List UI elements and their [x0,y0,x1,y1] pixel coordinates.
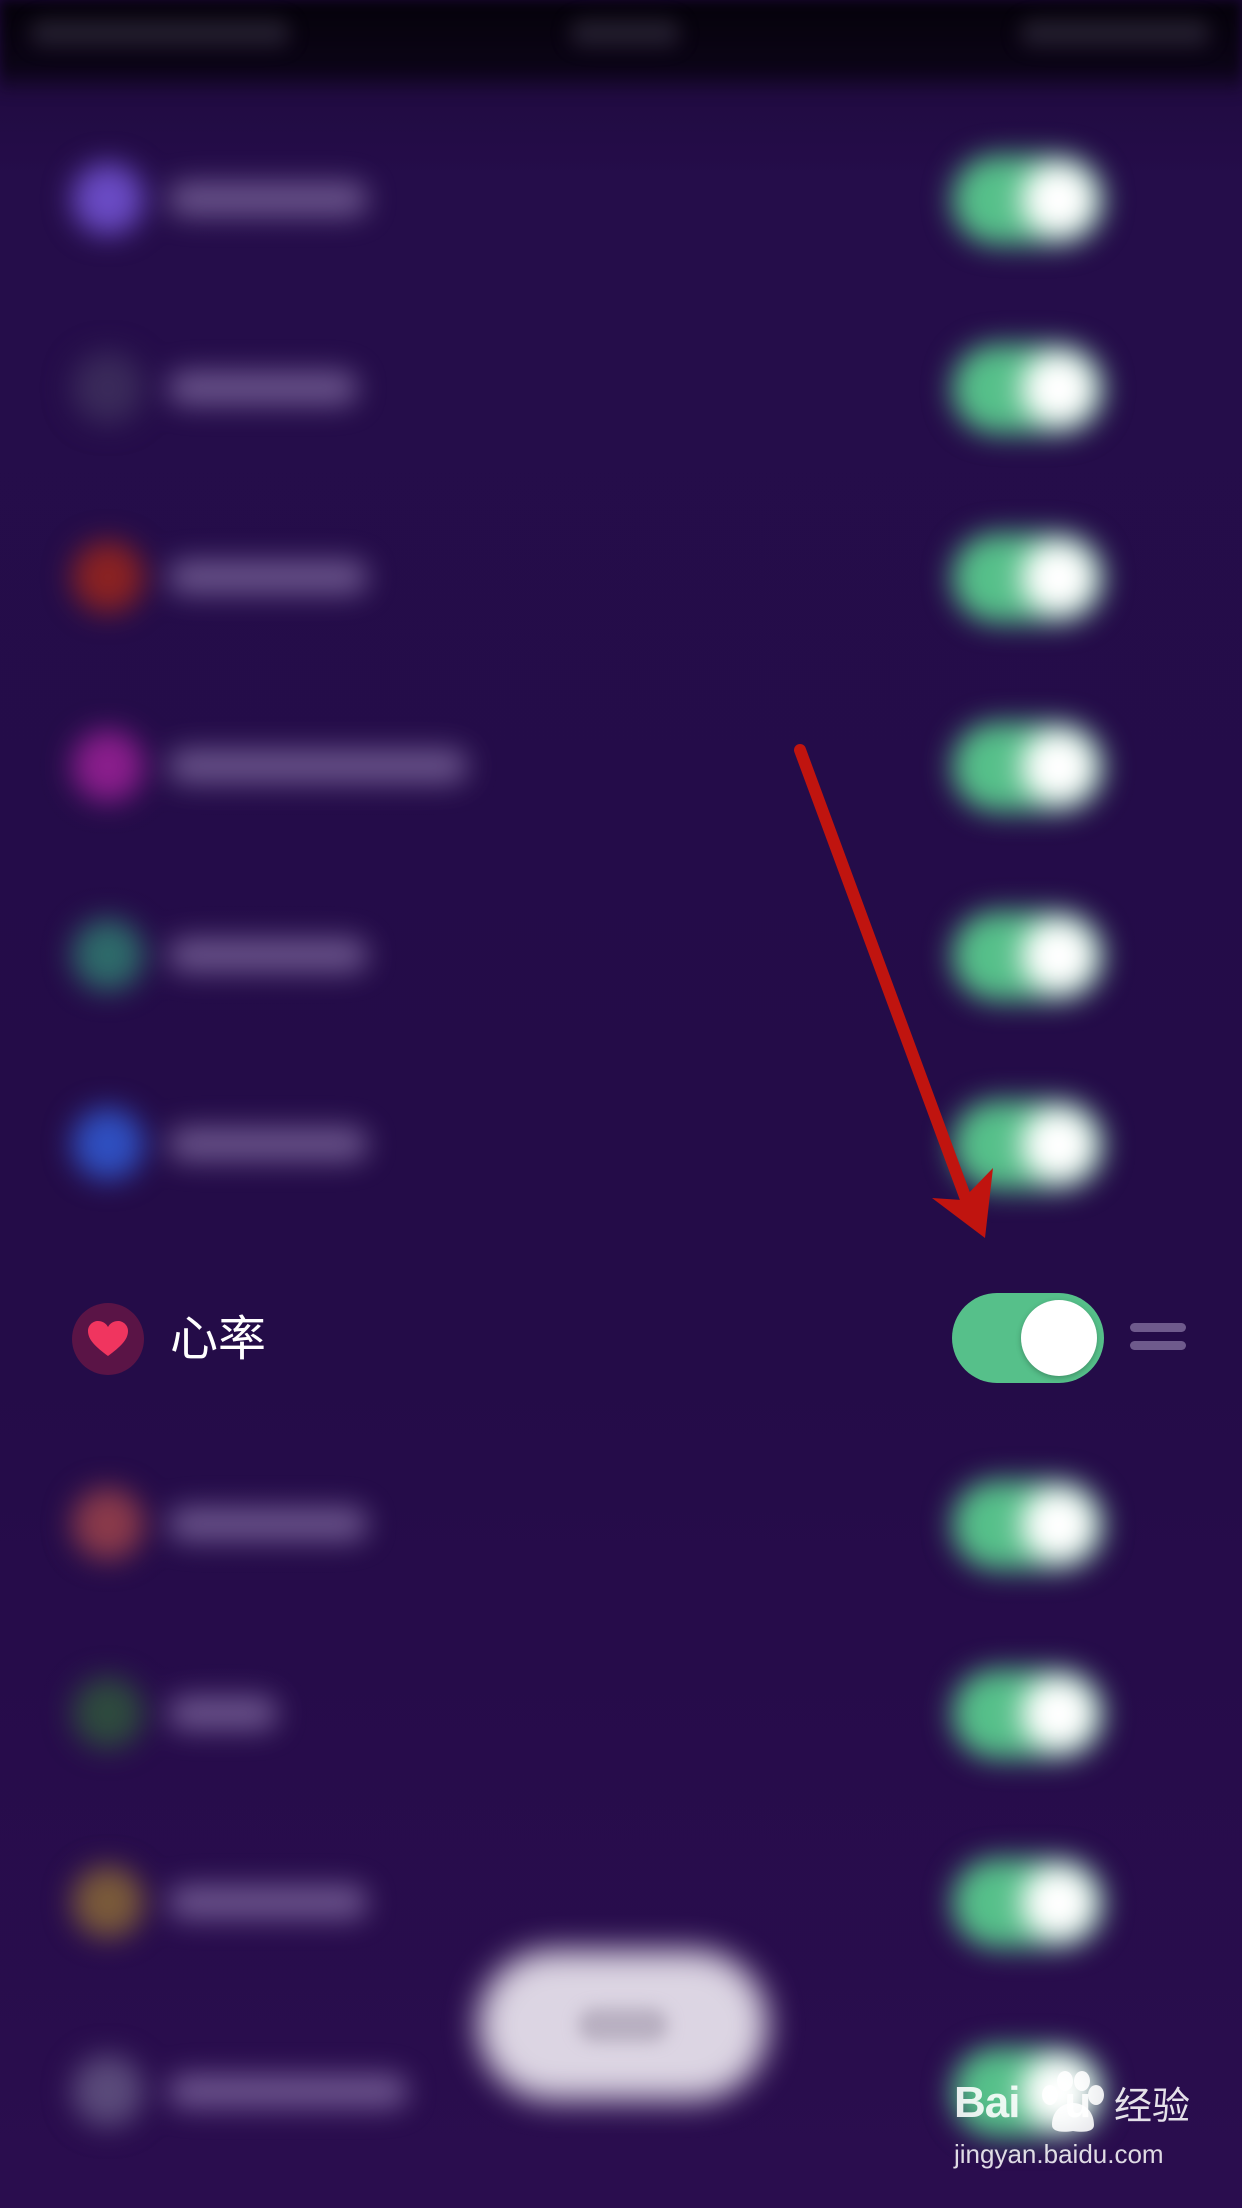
paw-icon [1042,2071,1104,2132]
annotation-arrow-icon [794,744,993,1238]
baidu-watermark: Bai u 经验 jingyan.baidu.com [954,2071,1214,2195]
settings-screen: 心率 Bai u 经验 jingyan.baidu.com [0,0,1242,2208]
watermark-cn: 经验 [1114,2084,1191,2128]
watermark-url: jingyan.baidu.com [954,2139,1164,2169]
